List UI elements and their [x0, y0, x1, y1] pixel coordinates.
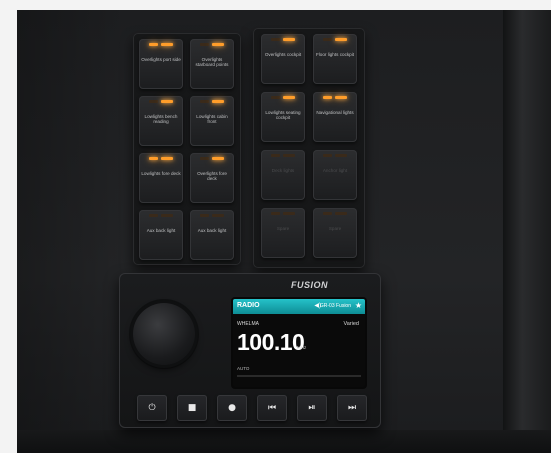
switch-3[interactable]: Lowlights seating cockpit: [261, 92, 305, 142]
switch-5[interactable]: Deck lights: [261, 150, 305, 200]
photo: Overlights port side Overlights starboard…: [17, 10, 551, 453]
frequency: 100.10: [237, 329, 305, 355]
switch-5[interactable]: Lowlights fore deck: [139, 153, 183, 203]
switch-panel-left: Overlights port side Overlights starboard…: [133, 33, 241, 265]
indicator-led: [283, 38, 295, 41]
indicator-led: [271, 38, 280, 41]
stop-button[interactable]: ■: [177, 395, 207, 421]
indicator-led: [200, 100, 209, 103]
switch-label: Spare: [276, 226, 290, 231]
button-row: ⏻ ■ ● ⏮ ⏯ ⏭: [137, 395, 369, 421]
switch-label: Lowlights bench reading: [144, 114, 178, 125]
switch-label: Anchor light: [322, 168, 348, 173]
indicator-led: [335, 154, 347, 157]
indicator-led: [149, 43, 158, 46]
indicator-led: [283, 154, 295, 157]
indicator-led: [323, 38, 332, 41]
indicator-led: [200, 214, 209, 217]
switch-7[interactable]: Spare: [261, 208, 305, 258]
switch-label: Overlights port side: [141, 57, 181, 62]
indicator-led: [161, 100, 173, 103]
switch-8[interactable]: Aux back light: [190, 210, 234, 260]
switch-label: Overlights starboard points: [195, 57, 229, 68]
indicator-led: [200, 43, 209, 46]
indicator-led: [212, 214, 224, 217]
switch-7[interactable]: Aux back light: [139, 210, 183, 260]
indicator-led: [283, 96, 295, 99]
indicator-led: [335, 212, 347, 215]
switch-label: Deck lights: [271, 168, 295, 173]
indicator-led: [323, 154, 332, 157]
switch-4[interactable]: Lowlights cabin front: [190, 96, 234, 146]
volume-knob[interactable]: [133, 303, 195, 365]
stereo-screen: RADIO ◀) GR-03 Fusion ★ WHELMA Varied 10…: [233, 299, 365, 387]
indicator-led: [323, 96, 332, 99]
switch-label: Spare: [328, 226, 342, 231]
indicator-led: [161, 157, 173, 160]
menu-button[interactable]: ●: [217, 395, 247, 421]
switch-6[interactable]: Anchor light: [313, 150, 357, 200]
brand-logo: FUSION: [291, 280, 329, 290]
switch-panel-right: Overlights cockpit Floor lights cockpit Lo…: [253, 28, 365, 268]
switch-4[interactable]: Navigational lights: [313, 92, 357, 142]
wall-edge: [503, 10, 551, 453]
switch-label: Aux back light: [146, 228, 176, 233]
star-icon: ★: [354, 301, 362, 310]
switch-label: Overlights fore deck: [197, 171, 227, 182]
floor: [17, 430, 551, 453]
status-label: Varied: [343, 321, 360, 327]
station-name: WHELMA: [237, 321, 259, 327]
switch-2[interactable]: Overlights starboard points: [190, 39, 234, 89]
switch-label: Lowlights cabin front: [196, 114, 228, 125]
switch-8[interactable]: Spare: [313, 208, 357, 258]
indicator-led: [335, 96, 347, 99]
indicator-led: [161, 214, 173, 217]
wall-shadow: [17, 10, 127, 453]
switch-label: Overlights cockpit: [264, 52, 302, 57]
marine-stereo: FUSION RADIO ◀) GR-03 Fusion ★ WHELMA Va…: [119, 273, 381, 428]
indicator-led: [212, 157, 224, 160]
indicator-led: [149, 157, 158, 160]
mode-label: RADIO: [237, 302, 260, 309]
signal-bar: [237, 375, 361, 377]
indicator-led: [335, 38, 347, 41]
indicator-led: [271, 154, 280, 157]
next-button[interactable]: ⏭: [337, 395, 367, 421]
play-pause-button[interactable]: ⏯: [297, 395, 327, 421]
indicator-led: [200, 157, 209, 160]
switch-2[interactable]: Floor lights cockpit: [313, 34, 357, 84]
indicator-led: [149, 214, 158, 217]
frequency-unit: MHz: [297, 345, 307, 350]
power-button[interactable]: ⏻: [137, 395, 167, 421]
switch-1[interactable]: Overlights port side: [139, 39, 183, 89]
indicator-led: [271, 96, 280, 99]
switch-label: Navigational lights: [316, 110, 354, 115]
indicator-led: [212, 43, 224, 46]
switch-label: Floor lights cockpit: [315, 52, 355, 57]
switch-label: Aux back light: [197, 228, 227, 233]
indicator-led: [271, 212, 280, 215]
indicator-led: [323, 212, 332, 215]
switch-1[interactable]: Overlights cockpit: [261, 34, 305, 84]
switch-label: Lowlights seating cockpit: [265, 110, 301, 121]
indicator-led: [161, 43, 173, 46]
indicator-led: [283, 212, 295, 215]
switch-3[interactable]: Lowlights bench reading: [139, 96, 183, 146]
indicator-led: [149, 100, 158, 103]
tuning-mode: AUTO: [237, 366, 250, 371]
source-label: GR-03 Fusion: [319, 303, 351, 309]
switch-label: Lowlights fore deck: [141, 171, 181, 176]
switch-6[interactable]: Overlights fore deck: [190, 153, 234, 203]
indicator-led: [212, 100, 224, 103]
previous-button[interactable]: ⏮: [257, 395, 287, 421]
